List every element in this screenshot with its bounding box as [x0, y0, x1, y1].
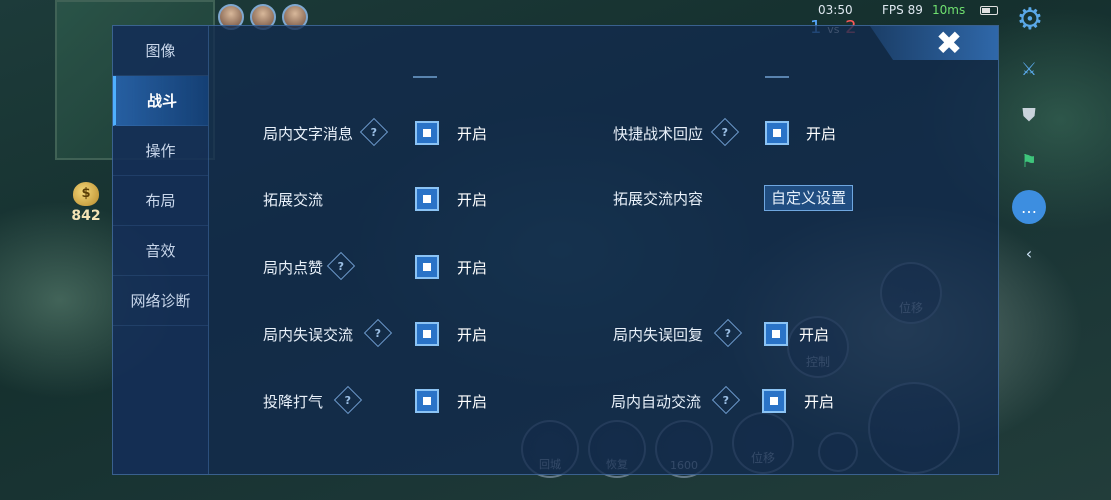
setting-state: 开启: [457, 259, 488, 277]
like-checkbox[interactable]: [415, 255, 439, 279]
setting-extended-chat-content: 拓展交流内容 自定义设置: [613, 185, 863, 211]
scroll-indicator: [765, 76, 789, 78]
help-icon[interactable]: ?: [710, 117, 740, 147]
auto-chat-checkbox[interactable]: [762, 389, 786, 413]
money-bag-icon: $: [73, 182, 99, 206]
help-icon[interactable]: ?: [359, 117, 389, 147]
match-time: 03:50: [818, 3, 853, 17]
setting-text-message: 局内文字消息 ? 开启: [263, 117, 513, 147]
setting-state: 开启: [457, 125, 488, 143]
setting-state: 开启: [806, 125, 837, 143]
settings-sidebar: 图像 战斗 操作 布局 音效 网络诊断: [113, 26, 209, 474]
tab-controls[interactable]: 操作: [113, 126, 208, 176]
help-symbol: ?: [724, 326, 732, 340]
setting-label: 拓展交流: [263, 191, 324, 209]
setting-like: 局内点赞 ? 开启: [263, 251, 513, 281]
setting-state: 开启: [799, 326, 830, 344]
setting-label: 拓展交流内容: [613, 190, 704, 208]
battery-icon: [980, 6, 998, 15]
tab-layout[interactable]: 布局: [113, 176, 208, 226]
gold-counter[interactable]: $ 842: [60, 182, 112, 232]
setting-label: 投降打气: [263, 393, 324, 411]
tab-battle[interactable]: 战斗: [113, 76, 208, 126]
close-icon[interactable]: ✖: [932, 26, 966, 60]
gather-signal-icon[interactable]: ⚑: [1012, 144, 1046, 178]
quick-tactic-checkbox[interactable]: [765, 121, 789, 145]
setting-quick-tactic: 快捷战术回应 ? 开启: [613, 117, 843, 147]
settings-panel: 图像 战斗 操作 布局 音效 网络诊断 ✖ 局内文字消息 ? 开启 快捷战术回应…: [112, 25, 999, 475]
setting-label: 局内自动交流: [611, 393, 702, 411]
help-icon[interactable]: ?: [713, 318, 743, 348]
tab-sound[interactable]: 音效: [113, 226, 208, 276]
help-icon[interactable]: ?: [363, 318, 393, 348]
fps-readout: FPS 89: [882, 3, 923, 17]
help-symbol: ?: [374, 326, 382, 340]
setting-state: 开启: [457, 191, 488, 209]
setting-label: 局内失误交流: [263, 326, 354, 344]
help-symbol: ?: [370, 125, 378, 139]
setting-label: 局内失误回复: [613, 326, 704, 344]
help-icon[interactable]: ?: [326, 251, 356, 281]
help-symbol: ?: [722, 393, 730, 407]
help-symbol: ?: [337, 259, 345, 273]
mistake-reply-checkbox[interactable]: [764, 322, 788, 346]
side-action-bar: ⚔ ⛊ ⚑ … ‹: [1012, 52, 1046, 270]
setting-label: 局内点赞: [263, 259, 324, 277]
help-symbol: ?: [721, 125, 729, 139]
collapse-arrow-icon[interactable]: ‹: [1012, 236, 1046, 270]
attack-signal-icon[interactable]: ⚔: [1012, 52, 1046, 86]
tab-graphics[interactable]: 图像: [113, 26, 208, 76]
setting-label: 局内文字消息: [263, 125, 354, 143]
setting-state: 开启: [804, 393, 835, 411]
setting-extended-chat: 拓展交流 开启: [263, 186, 513, 212]
setting-label: 快捷战术回应: [613, 125, 704, 143]
help-icon[interactable]: ?: [333, 385, 363, 415]
setting-mistake-chat: 局内失误交流 ? 开启: [263, 318, 513, 348]
setting-mistake-reply: 局内失误回复 ? 开启: [613, 318, 843, 348]
scroll-indicator: [413, 76, 437, 78]
surrender-cheer-checkbox[interactable]: [415, 389, 439, 413]
gold-amount: 842: [71, 208, 101, 224]
tab-network-diagnosis[interactable]: 网络诊断: [113, 276, 208, 326]
setting-state: 开启: [457, 393, 488, 411]
retreat-signal-icon[interactable]: ⛊: [1012, 98, 1046, 132]
chat-icon[interactable]: …: [1012, 190, 1046, 224]
setting-state: 开启: [457, 326, 488, 344]
setting-surrender-cheer: 投降打气 ? 开启: [263, 385, 513, 415]
extended-chat-checkbox[interactable]: [415, 187, 439, 211]
text-message-checkbox[interactable]: [415, 121, 439, 145]
setting-auto-chat: 局内自动交流 ? 开启: [611, 385, 851, 415]
custom-settings-button[interactable]: 自定义设置: [764, 185, 854, 211]
help-icon[interactable]: ?: [711, 385, 741, 415]
help-symbol: ?: [344, 393, 352, 407]
settings-gear-icon[interactable]: ⚙: [1014, 4, 1046, 36]
mistake-chat-checkbox[interactable]: [415, 322, 439, 346]
